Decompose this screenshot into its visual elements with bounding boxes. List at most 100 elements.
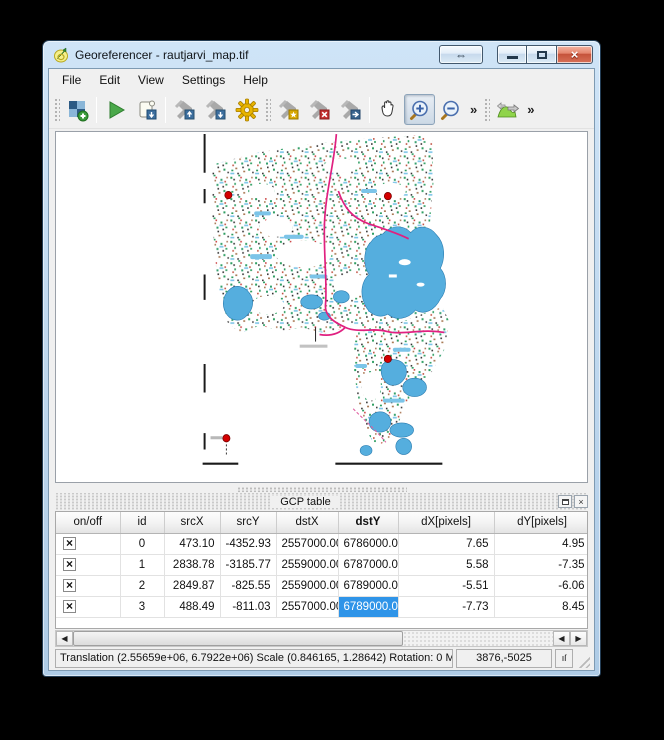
- toolbar-handle[interactable]: [53, 97, 60, 123]
- dstY-cell[interactable]: 6789000.00: [338, 596, 398, 617]
- transform-status: Translation (2.55659e+06, 6.7922e+06) Sc…: [55, 649, 453, 668]
- dX-cell[interactable]: 5.58: [398, 554, 494, 575]
- dock-float-button[interactable]: ⇔: [439, 45, 483, 64]
- onoff-cell[interactable]: ×: [56, 575, 120, 596]
- dstX-cell[interactable]: 2557000.00: [276, 533, 338, 554]
- link-qgis-button[interactable]: [492, 94, 523, 125]
- georeferencer-window: Georeferencer - rautjarvi_map.tif ⇔ × Fi…: [42, 40, 601, 677]
- id-cell[interactable]: 2: [120, 575, 164, 596]
- column-header-srcY[interactable]: srcY: [220, 512, 276, 533]
- delete-point-button[interactable]: [304, 94, 335, 125]
- column-header-dXpixels[interactable]: dX[pixels]: [398, 512, 494, 533]
- dY-cell[interactable]: -7.35: [494, 554, 588, 575]
- menu-edit[interactable]: Edit: [90, 70, 129, 90]
- unit-status: ıſ: [555, 649, 573, 668]
- load-gcp-points-button[interactable]: [169, 94, 200, 125]
- srcY-cell[interactable]: -825.55: [220, 575, 276, 596]
- dstX-cell[interactable]: 2559000.00: [276, 575, 338, 596]
- column-header-dstY[interactable]: dstY: [338, 512, 398, 533]
- dstX-cell[interactable]: 2557000.00: [276, 596, 338, 617]
- gcp-marker[interactable]: [225, 191, 232, 198]
- gcp-marker[interactable]: [384, 355, 391, 362]
- start-georeferencing-button[interactable]: [100, 94, 131, 125]
- horizontal-scrollbar[interactable]: ◀ ◀ ▶: [55, 630, 588, 647]
- pan-button[interactable]: [373, 94, 404, 125]
- scrollbar-track[interactable]: [403, 631, 553, 646]
- toolbar-overflow-button[interactable]: »: [523, 102, 538, 117]
- transformation-settings-button[interactable]: [231, 94, 262, 125]
- move-point-button[interactable]: [335, 94, 366, 125]
- window-title: Georeferencer - rautjarvi_map.tif: [75, 48, 439, 62]
- srcY-cell[interactable]: -4352.93: [220, 533, 276, 554]
- scroll-left-icon[interactable]: ◀: [56, 631, 73, 646]
- scroll-left-icon[interactable]: ◀: [553, 631, 570, 646]
- dstX-cell[interactable]: 2559000.00: [276, 554, 338, 575]
- id-cell[interactable]: 1: [120, 554, 164, 575]
- zoom-out-button[interactable]: [435, 94, 466, 125]
- scroll-right-icon[interactable]: ▶: [570, 631, 587, 646]
- gcp-table[interactable]: on/offidsrcXsrcYdstXdstYdX[pixels]dY[pix…: [56, 512, 588, 618]
- gcp-checkbox[interactable]: ×: [63, 558, 76, 571]
- dstY-cell[interactable]: 6787000.00: [338, 554, 398, 575]
- dock-close-icon[interactable]: ×: [574, 495, 588, 508]
- dY-cell[interactable]: 4.95: [494, 533, 588, 554]
- column-header-onoff[interactable]: on/off: [56, 512, 120, 533]
- srcX-cell[interactable]: 2849.87: [164, 575, 220, 596]
- gcp-checkbox[interactable]: ×: [63, 579, 76, 592]
- column-header-dYpixels[interactable]: dY[pixels]: [494, 512, 588, 533]
- toolbar-handle[interactable]: [264, 97, 271, 123]
- add-point-button[interactable]: [273, 94, 304, 125]
- srcX-cell[interactable]: 473.10: [164, 533, 220, 554]
- gcp-row-2[interactable]: × 22849.87-825.552559000.006789000.00-5.5…: [56, 575, 588, 596]
- menu-settings[interactable]: Settings: [173, 70, 234, 90]
- gcp-marker[interactable]: [223, 435, 230, 442]
- onoff-cell[interactable]: ×: [56, 596, 120, 617]
- map-canvas[interactable]: [55, 131, 588, 483]
- srcY-cell[interactable]: -811.03: [220, 596, 276, 617]
- toolbar-overflow-button[interactable]: »: [466, 102, 481, 117]
- dX-cell[interactable]: -7.73: [398, 596, 494, 617]
- column-header-id[interactable]: id: [120, 512, 164, 533]
- onoff-cell[interactable]: ×: [56, 554, 120, 575]
- dX-cell[interactable]: 7.65: [398, 533, 494, 554]
- gcp-row-1[interactable]: × 12838.78-3185.772559000.006787000.005.5…: [56, 554, 588, 575]
- gcp-marker[interactable]: [384, 192, 391, 199]
- dstY-cell[interactable]: 6789000.00: [338, 575, 398, 596]
- save-gcp-points-button[interactable]: [200, 94, 231, 125]
- title-bar[interactable]: Georeferencer - rautjarvi_map.tif ⇔ ×: [48, 41, 595, 68]
- dock-splitter[interactable]: [49, 485, 594, 493]
- id-cell[interactable]: 0: [120, 533, 164, 554]
- onoff-cell[interactable]: ×: [56, 533, 120, 554]
- gcp-row-0[interactable]: × 0473.10-4352.932557000.006786000.007.65…: [56, 533, 588, 554]
- dY-cell[interactable]: -6.06: [494, 575, 588, 596]
- minimize-button[interactable]: [497, 45, 527, 64]
- dY-cell[interactable]: 8.45: [494, 596, 588, 617]
- column-header-dstX[interactable]: dstX: [276, 512, 338, 533]
- gdal-script-button[interactable]: [131, 94, 162, 125]
- resize-grip[interactable]: [576, 654, 590, 668]
- column-header-srcX[interactable]: srcX: [164, 512, 220, 533]
- toolbar-handle[interactable]: [483, 97, 490, 123]
- srcX-cell[interactable]: 488.49: [164, 596, 220, 617]
- open-raster-button[interactable]: [62, 94, 93, 125]
- srcX-cell[interactable]: 2838.78: [164, 554, 220, 575]
- zoom-in-button[interactable]: [404, 94, 435, 125]
- dstY-cell[interactable]: 6786000.00: [338, 533, 398, 554]
- srcY-cell[interactable]: -3185.77: [220, 554, 276, 575]
- menu-view[interactable]: View: [129, 70, 173, 90]
- close-button[interactable]: ×: [557, 45, 593, 64]
- scrollbar-thumb[interactable]: [73, 631, 403, 646]
- id-cell[interactable]: 3: [120, 596, 164, 617]
- gcp-checkbox[interactable]: ×: [63, 537, 76, 550]
- dX-cell[interactable]: -5.51: [398, 575, 494, 596]
- gcp-checkbox[interactable]: ×: [63, 600, 76, 613]
- gcp-dock-titlebar[interactable]: GCP table ×: [55, 493, 588, 510]
- menu-file[interactable]: File: [53, 70, 90, 90]
- toolbar: » »: [49, 91, 594, 129]
- maximize-button[interactable]: [527, 45, 557, 64]
- delete-point-icon: [308, 98, 332, 122]
- gcp-row-3[interactable]: × 3488.49-811.032557000.006789000.00-7.73…: [56, 596, 588, 617]
- status-bar: Translation (2.55659e+06, 6.7922e+06) Sc…: [49, 647, 594, 670]
- menu-help[interactable]: Help: [234, 70, 277, 90]
- dock-float-icon[interactable]: [558, 495, 572, 508]
